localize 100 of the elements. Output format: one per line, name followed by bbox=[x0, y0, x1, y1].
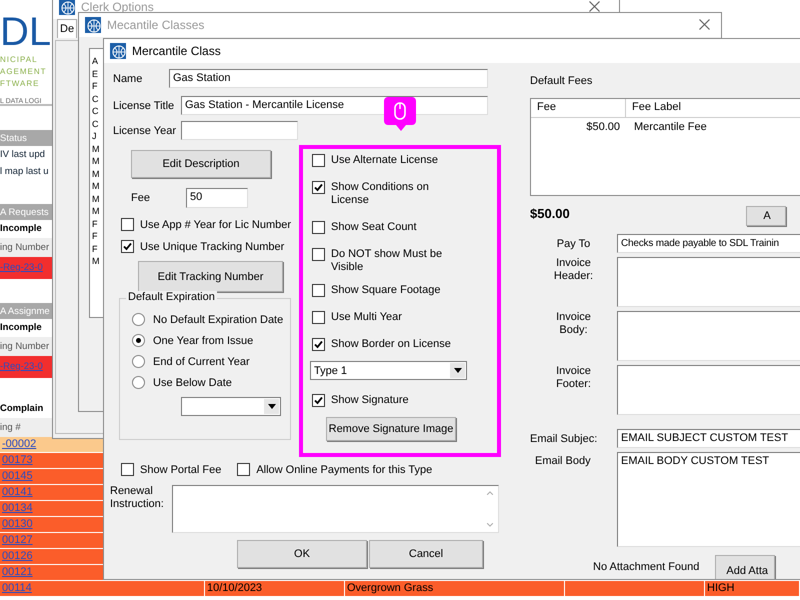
text-area[interactable] bbox=[172, 485, 499, 533]
list-item[interactable]: A bbox=[90, 55, 98, 68]
radio-button[interactable] bbox=[132, 334, 145, 347]
checkbox-label: Use Multi Year bbox=[331, 311, 403, 324]
field-label: Invoice Footer: bbox=[555, 365, 592, 392]
section-header: A Assignme bbox=[0, 306, 50, 317]
radio-button[interactable] bbox=[132, 376, 145, 389]
list-item[interactable]: M bbox=[90, 168, 100, 180]
column-header: Fee bbox=[531, 99, 626, 117]
list-item[interactable]: M bbox=[90, 255, 100, 268]
checkbox-label: Show Signature bbox=[331, 394, 410, 407]
list-item[interactable]: C bbox=[90, 118, 98, 130]
section-label: Default Fees bbox=[530, 75, 594, 87]
status-text: No Attachment Found bbox=[593, 561, 700, 573]
list-item[interactable]: F bbox=[90, 80, 98, 92]
checkbox[interactable] bbox=[237, 463, 250, 476]
field-label: Fee bbox=[131, 192, 151, 204]
checkbox[interactable] bbox=[312, 394, 325, 407]
list-item[interactable]: M bbox=[90, 142, 100, 155]
globe-icon bbox=[110, 43, 126, 59]
checkbox-label: Show Square Footage bbox=[331, 284, 442, 297]
checkbox-label: Do NOT show Must be Visible bbox=[331, 248, 444, 274]
close-icon[interactable] bbox=[699, 19, 710, 30]
list-item[interactable]: J bbox=[90, 130, 96, 142]
field-label: Invoice Body: bbox=[555, 311, 592, 338]
input-field[interactable]: Gas Station bbox=[169, 69, 488, 88]
table-cell-text: $50.00 bbox=[585, 120, 621, 135]
radio-label: One Year from Issue bbox=[153, 334, 254, 346]
date-dropdown[interactable] bbox=[181, 397, 281, 416]
checkbox[interactable] bbox=[312, 311, 325, 324]
status-line: IV last upd bbox=[0, 148, 45, 162]
list-item[interactable]: C bbox=[90, 92, 98, 105]
list-item[interactable]: F bbox=[90, 242, 98, 255]
list-item[interactable]: C bbox=[90, 105, 98, 118]
list-item[interactable]: M bbox=[90, 180, 100, 192]
dialog-button[interactable]: OK bbox=[237, 540, 367, 568]
fees-list[interactable]: Fee Fee Label $50.00 Mercantile Fee bbox=[530, 98, 800, 196]
field-label: Name bbox=[112, 72, 144, 84]
window-title: Mercantile Class bbox=[132, 44, 221, 58]
list-item[interactable]: M bbox=[90, 205, 100, 218]
close-icon[interactable] bbox=[589, 1, 600, 12]
list-item[interactable]: F bbox=[90, 230, 98, 242]
radio-label: End of Current Year bbox=[153, 356, 250, 368]
panel-title: Incomple bbox=[0, 222, 42, 236]
edit-tracking-number-button[interactable]: Edit Tracking Number bbox=[138, 261, 283, 292]
text-area[interactable]: EMAIL BODY CUSTOM TEST bbox=[617, 452, 800, 547]
remove-signature-button[interactable]: Remove Signature Image bbox=[326, 417, 456, 441]
status-line: l map last u bbox=[0, 165, 49, 179]
input-field[interactable]: EMAIL SUBJECT CUSTOM TEST bbox=[617, 429, 800, 448]
checkbox[interactable] bbox=[121, 463, 134, 476]
text-area[interactable] bbox=[617, 257, 800, 307]
checkbox[interactable] bbox=[121, 218, 134, 231]
logo-subtitle: FTWARE bbox=[0, 78, 40, 90]
list-item[interactable]: M bbox=[90, 192, 100, 205]
checkbox[interactable] bbox=[312, 181, 325, 194]
mouse-icon bbox=[394, 102, 406, 120]
list-item[interactable]: E bbox=[90, 68, 98, 80]
field-label: Email Subjec: bbox=[530, 432, 598, 444]
group-box-title: Default Expiration bbox=[126, 291, 217, 303]
radio-button[interactable] bbox=[132, 313, 145, 326]
list-item[interactable]: M bbox=[90, 155, 100, 168]
checkbox[interactable] bbox=[121, 240, 134, 253]
checkbox-label: Show Border on License bbox=[331, 338, 452, 351]
globe-icon bbox=[85, 17, 101, 33]
input-field[interactable] bbox=[181, 121, 298, 140]
checkbox-label: Show Conditions on License bbox=[331, 181, 430, 207]
checkbox[interactable] bbox=[312, 284, 325, 297]
dropdown-value: Type 1 bbox=[314, 364, 348, 376]
window-title: Mecantile Classes bbox=[107, 18, 204, 32]
input-field[interactable]: Checks made payable to SDL Trainin bbox=[617, 234, 800, 253]
edit-description-button[interactable]: Edit Description bbox=[131, 150, 271, 178]
text-area[interactable] bbox=[617, 365, 800, 415]
list-item[interactable]: F bbox=[90, 218, 98, 230]
add-button[interactable]: A bbox=[746, 206, 786, 226]
fee-total: $50.00 bbox=[530, 206, 570, 220]
text-area[interactable] bbox=[617, 311, 800, 361]
field-label: Renewal Instruction: bbox=[110, 485, 165, 512]
input-field[interactable]: 50 bbox=[186, 188, 248, 208]
add-attachment-button[interactable]: Add Atta bbox=[715, 555, 776, 579]
field-label: Pay To bbox=[556, 238, 592, 250]
tab[interactable]: De bbox=[57, 19, 78, 38]
logo-text: DL bbox=[0, 9, 52, 54]
window-title: Clerk Options bbox=[81, 0, 154, 14]
column-header: ing # bbox=[0, 422, 21, 433]
radio-button[interactable] bbox=[132, 355, 145, 368]
panel-title: Incomple bbox=[0, 321, 42, 335]
dialog-button[interactable]: Cancel bbox=[369, 540, 483, 568]
checkbox[interactable] bbox=[312, 248, 325, 261]
checkbox-label: Use Alternate License bbox=[331, 154, 440, 167]
checkbox[interactable] bbox=[312, 338, 325, 351]
column-header: ing Number bbox=[0, 341, 50, 352]
type-dropdown[interactable]: Type 1 bbox=[310, 361, 467, 380]
table-cell: HIGH bbox=[707, 582, 734, 594]
tracking-link[interactable]: -00002 bbox=[2, 438, 36, 450]
table-cell: Overgrown Grass bbox=[347, 582, 434, 594]
checkbox[interactable] bbox=[312, 154, 325, 167]
column-header: Fee Label bbox=[626, 99, 800, 117]
checkbox-label: Allow Online Payments for this Type bbox=[256, 464, 432, 476]
checkbox[interactable] bbox=[312, 221, 325, 234]
input-field[interactable]: Gas Station - Mercantile License bbox=[181, 96, 488, 115]
